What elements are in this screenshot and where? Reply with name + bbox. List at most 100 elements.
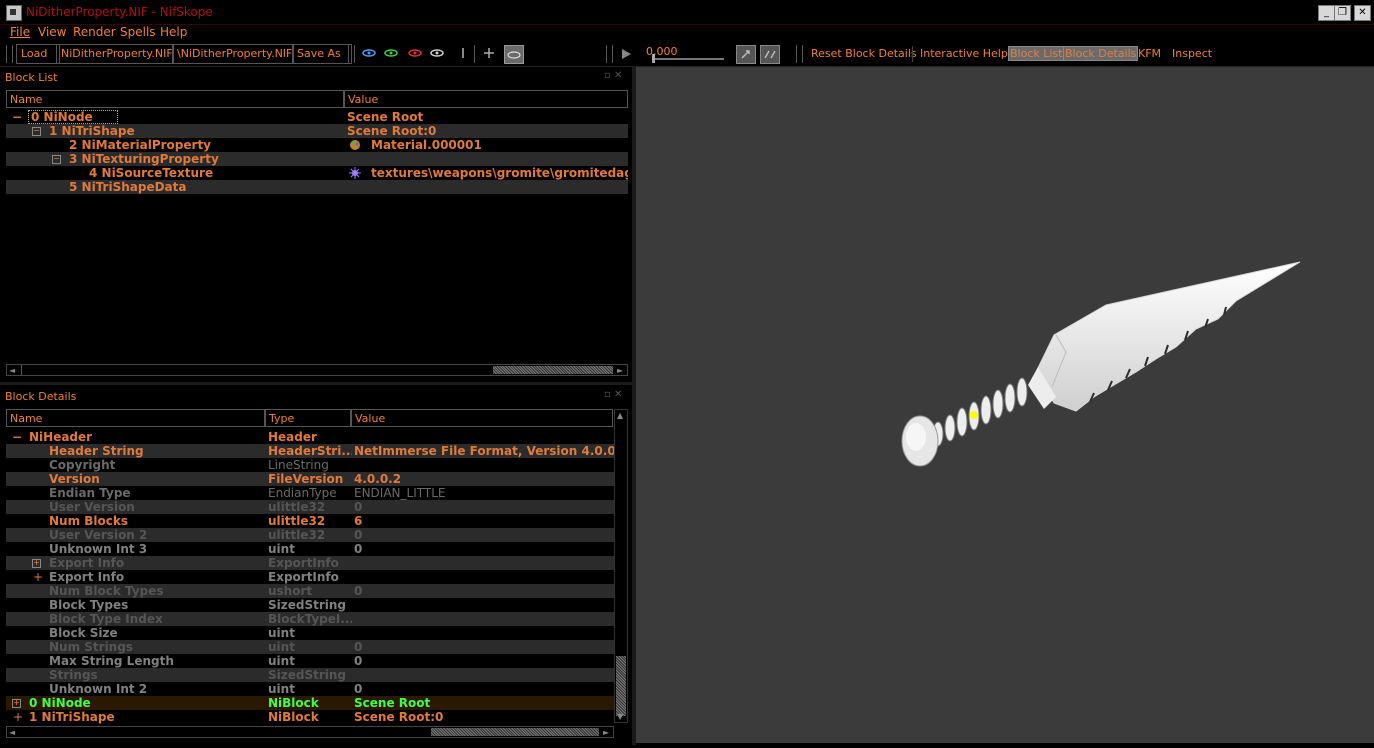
horizontal-splitter[interactable] [0,382,632,385]
save-as-button[interactable]: Save As [292,44,352,64]
close-button[interactable]: ✕ [1354,5,1371,21]
scroll-left-icon[interactable]: ◄ [9,366,15,375]
menu-view[interactable]: View [38,25,66,39]
eye-green-icon[interactable] [384,47,398,59]
details-row[interactable]: + 0 NiNode NiBlock Scene Root [6,696,614,710]
tree-row[interactable]: − 3 NiTexturingProperty [6,152,628,166]
menu-file[interactable]: File [10,25,30,39]
details-row[interactable]: Header String HeaderStri... NetImmerse F… [6,444,614,458]
toolbar-grip[interactable] [348,45,355,63]
details-row-name: Header String [49,444,144,458]
details-row-value: 4.0.0.2 [354,472,402,486]
details-row[interactable]: Endian Type EndianType ENDIAN_LITTLE [6,486,614,500]
scroll-left-icon[interactable]: ◄ [9,728,15,737]
details-row-name: 1 NiTriShape [29,710,115,724]
reset-block-details-button[interactable]: Reset Block Details [811,47,917,60]
play-icon[interactable] [620,48,632,60]
details-row[interactable]: + Export Info ExportInfo [6,556,614,570]
menu-spells[interactable]: Spells [120,25,156,39]
column-header-name[interactable]: Name [6,409,265,427]
details-row-name: Block Types [49,598,129,612]
eye-blue-icon[interactable] [362,47,376,59]
details-row[interactable]: Num Blocks ulittle32 6 [6,514,614,528]
panel-float-icon[interactable]: ▫ ✕ [604,389,622,400]
time-slider-handle[interactable] [652,54,655,63]
block-details-tree: − NiHeader Header Header String HeaderSt… [6,430,614,724]
tree-row[interactable]: − 1 NiTriShape Scene Root:0 [6,124,628,138]
collapse-icon[interactable]: − [12,430,22,444]
collapse-icon[interactable]: − [32,127,41,136]
pin-icon[interactable] [482,47,496,59]
details-row[interactable]: Block Size uint [6,626,614,640]
details-row[interactable]: Strings SizedString [6,668,614,682]
expand-icon[interactable]: + [33,570,43,584]
toolbar-grip[interactable] [606,45,613,63]
details-row-name: Num Blocks [49,514,129,528]
wireframe-toggle[interactable] [504,45,524,64]
menu-render[interactable]: Render [73,25,116,39]
scroll-up-icon[interactable]: ▲ [617,411,623,420]
load-button[interactable]: Load [16,44,60,64]
block-details-toggle[interactable]: Block Details [1063,46,1139,61]
details-row[interactable]: User Version ulittle32 0 [6,500,614,514]
column-header-value[interactable]: Value [344,90,628,108]
restore-button[interactable]: ❐ [1334,5,1351,21]
scroll-down-icon[interactable]: ▼ [617,712,623,721]
panel-float-icon[interactable]: ▫ ✕ [604,70,622,81]
details-row-type: uint [268,640,295,654]
details-row[interactable]: Num Strings uint 0 [6,640,614,654]
scroll-thumb[interactable] [616,656,626,716]
scroll-right-icon[interactable]: ► [603,728,609,737]
collapse-icon[interactable]: − [12,110,22,124]
kfm-button[interactable]: KFM [1138,47,1161,60]
block-list-hscrollbar[interactable]: ◄ ► [6,364,628,376]
scroll-thumb[interactable] [493,366,613,374]
switch-button[interactable] [760,45,780,64]
block-list-toggle[interactable]: Block List [1008,46,1065,61]
expand-icon[interactable]: + [12,699,21,708]
tree-row[interactable]: 2 NiMaterialProperty Material.000001 [6,138,628,152]
details-row[interactable]: Unknown Int 2 uint 0 [6,682,614,696]
minimize-button[interactable]: _ [1318,5,1335,21]
collapse-icon[interactable]: − [52,155,61,164]
details-row[interactable]: Block Type Index BlockTypeI... [6,612,614,626]
expand-icon[interactable]: + [32,559,41,568]
column-header-name[interactable]: Name [6,90,344,108]
axis-icon[interactable] [456,47,470,59]
details-row[interactable]: + Export Info ExportInfo [6,570,614,584]
scroll-thumb[interactable] [431,728,599,736]
menu-help[interactable]: Help [160,25,187,39]
eye-red-icon[interactable] [408,47,422,59]
tree-row[interactable]: 5 NiTriShapeData [6,180,628,194]
inspect-button[interactable]: Inspect [1172,47,1212,60]
block-details-vscrollbar[interactable]: ▲ ▼ [614,409,628,723]
details-row[interactable]: + 1 NiTriShape NiBlock Scene Root:0 [6,710,614,724]
details-row-name: Version [49,472,100,486]
save-path-input[interactable]: \NiDitherProperty.NIF [172,44,294,64]
render-viewport[interactable] [636,67,1374,743]
loop-button[interactable] [736,45,756,64]
time-slider[interactable] [652,54,724,63]
details-row[interactable]: Unknown Int 3 uint 0 [6,542,614,556]
load-path-input[interactable]: NiDitherProperty.NIF [56,44,174,64]
toolbar-grip[interactable] [6,45,13,63]
details-row[interactable]: Version FileVersion 4.0.0.2 [6,472,614,486]
column-header-type[interactable]: Type [265,409,351,427]
tree-row[interactable]: − 0 NiNode Scene Root [6,110,628,124]
details-row[interactable]: − NiHeader Header [6,430,614,444]
details-row[interactable]: User Version 2 ulittle32 0 [6,528,614,542]
column-header-value[interactable]: Value [351,409,613,427]
block-list-panel: Block List ▫ ✕ Name Value − 0 NiNode Sce… [0,67,632,381]
details-row[interactable]: Max String Length uint 0 [6,654,614,668]
scroll-right-icon[interactable]: ► [617,366,623,375]
toolbar-grip[interactable] [796,45,803,63]
expand-icon[interactable]: + [13,710,23,724]
tree-row[interactable]: 4 NiSourceTexture textures\weapons\gromi… [6,166,628,180]
details-row[interactable]: Copyright LineString [6,458,614,472]
details-row[interactable]: Num Block Types ushort 0 [6,584,614,598]
scroll-track-left [21,365,22,375]
interactive-help-button[interactable]: Interactive Help [920,47,1008,60]
block-details-hscrollbar[interactable]: ◄ ► [6,726,614,738]
eye-white-icon[interactable] [430,47,444,59]
details-row[interactable]: Block Types SizedString [6,598,614,612]
